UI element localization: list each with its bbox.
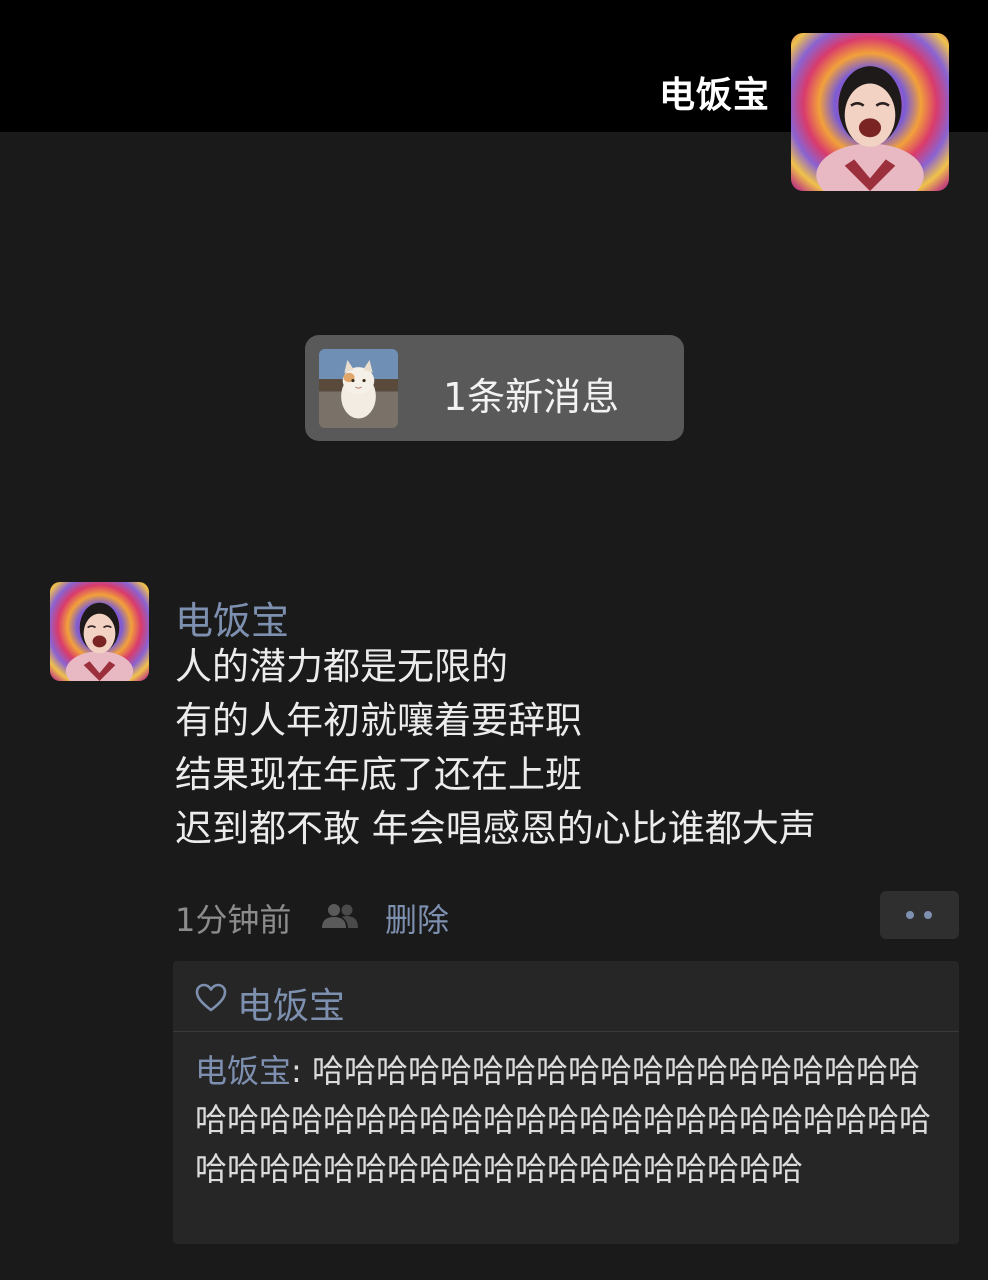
post-timestamp: 1分钟前 <box>175 901 292 939</box>
post-text-line: 结果现在年底了还在上班 <box>175 753 582 796</box>
more-dots-icon <box>906 911 914 919</box>
more-dots-icon <box>924 911 932 919</box>
post-author-avatar[interactable] <box>50 582 149 681</box>
liker-name[interactable]: 电饭宝 <box>237 977 345 1029</box>
cover-avatar[interactable] <box>791 33 949 191</box>
post-text-line: 迟到都不敢 年会唱感恩的心比谁都大声 <box>175 807 816 850</box>
post-text: 人的潜力都是无限的 有的人年初就嚷着要辞职 结果现在年底了还在上班 迟到都不敢 … <box>175 640 816 856</box>
delete-button[interactable]: 删除 <box>385 895 449 941</box>
comment-author[interactable]: 电饭宝 <box>195 1052 291 1090</box>
new-message-label: 1条新消息 <box>443 375 620 419</box>
post-text-line: 人的潜力都是无限的 <box>175 645 508 688</box>
new-message-sender-avatar <box>319 349 398 428</box>
likes-comments-panel: 电饭宝 电饭宝: 哈哈哈哈哈哈哈哈哈哈哈哈哈哈哈哈哈哈哈哈哈哈哈哈哈哈哈哈哈哈哈… <box>173 961 959 1244</box>
comment-item[interactable]: 电饭宝: 哈哈哈哈哈哈哈哈哈哈哈哈哈哈哈哈哈哈哈哈哈哈哈哈哈哈哈哈哈哈哈哈哈哈哈… <box>195 1047 945 1194</box>
comment-separator: : <box>291 1052 312 1090</box>
divider <box>173 1031 959 1032</box>
post-text-line: 有的人年初就嚷着要辞职 <box>175 699 582 742</box>
heart-outline-icon <box>195 983 227 1013</box>
new-message-notice[interactable]: 1条新消息 <box>305 335 684 441</box>
post-author-name[interactable]: 电饭宝 <box>175 590 289 645</box>
more-actions-button[interactable] <box>880 891 959 939</box>
cover-user-name[interactable]: 电饭宝 <box>659 66 770 118</box>
friends-visibility-icon <box>320 902 360 928</box>
